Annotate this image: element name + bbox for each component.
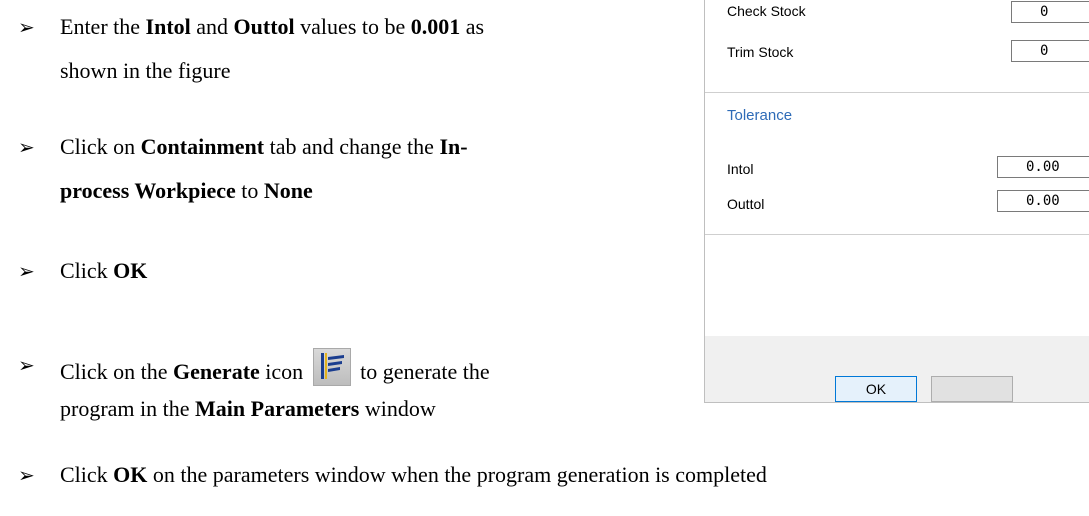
bullet-text-segment: Click on the bbox=[60, 359, 174, 384]
bullet-text-segment: icon bbox=[259, 359, 309, 384]
bullet-text-segment: None bbox=[263, 178, 313, 203]
bullet-line: Enter the Intol and Outtol values to be … bbox=[60, 10, 484, 44]
bullet-text-segment: Click on bbox=[60, 134, 141, 159]
bullet-text-segment: shown in the figure bbox=[60, 58, 231, 83]
divider bbox=[705, 92, 1089, 93]
bullet-line: Click OK bbox=[60, 254, 147, 288]
trim-stock-field[interactable]: 0 bbox=[1011, 40, 1089, 62]
bullet-line: process Workpiece to None bbox=[60, 174, 313, 208]
check-stock-label: Check Stock bbox=[727, 3, 806, 19]
bullet-text-segment: tab and change the bbox=[264, 134, 440, 159]
bullet-text-segment: as bbox=[460, 14, 485, 39]
bullet-text-segment: OK bbox=[113, 462, 148, 487]
tolerance-section-title: Tolerance bbox=[727, 107, 793, 124]
bullet-text-segment: Containment bbox=[140, 134, 265, 159]
bullet-arrow-icon: ➢ bbox=[18, 15, 35, 39]
bullet-text-segment: to bbox=[235, 178, 264, 203]
bullet-text-segment: Intol bbox=[145, 14, 191, 39]
outtol-field[interactable]: 0.00 bbox=[997, 190, 1089, 212]
outtol-label: Outtol bbox=[727, 196, 765, 212]
bullet-text-segment: Outtol bbox=[233, 14, 295, 39]
check-stock-field[interactable]: 0 bbox=[1011, 1, 1089, 23]
bullet-arrow-icon: ➢ bbox=[18, 353, 35, 377]
bullet-text-segment: Generate bbox=[173, 359, 260, 384]
bullet-text-segment: Main Parameters bbox=[195, 396, 360, 421]
bullet-arrow-icon: ➢ bbox=[18, 259, 35, 283]
intol-field[interactable]: 0.00 bbox=[997, 156, 1089, 178]
parameters-dialog: Check Stock 0 Trim Stock 0 Tolerance Int… bbox=[704, 0, 1089, 403]
bullet-text-segment: to generate the bbox=[354, 359, 490, 384]
generate-icon bbox=[312, 348, 351, 386]
bullet-text-segment: values to be bbox=[294, 14, 411, 39]
trim-stock-label: Trim Stock bbox=[727, 44, 794, 60]
bullet-arrow-icon: ➢ bbox=[18, 463, 35, 487]
bullet-line: program in the Main Parameters window bbox=[60, 392, 436, 426]
bullet-text-segment: Enter the bbox=[60, 14, 146, 39]
bullet-text-segment: OK bbox=[113, 258, 148, 283]
bullet-line: Click on the Generate icon to generate t… bbox=[60, 348, 490, 389]
bullet-text-segment: 0.001 bbox=[410, 14, 461, 39]
bullet-text-segment: Click bbox=[60, 462, 114, 487]
bullet-line: Click OK on the parameters window when t… bbox=[60, 458, 767, 492]
ok-button[interactable]: OK bbox=[835, 376, 917, 402]
bullet-text-segment: process Workpiece bbox=[60, 178, 236, 203]
bullet-text-segment: on the parameters window when the progra… bbox=[147, 462, 767, 487]
bullet-text-segment: and bbox=[190, 14, 234, 39]
bullet-text-segment: program in the bbox=[60, 396, 196, 421]
bullet-text-segment: window bbox=[359, 396, 436, 421]
bullet-text-segment: In- bbox=[439, 134, 468, 159]
intol-label: Intol bbox=[727, 161, 754, 177]
bullet-text-segment: Click bbox=[60, 258, 114, 283]
bullet-arrow-icon: ➢ bbox=[18, 135, 35, 159]
bullet-line: Click on Containment tab and change the … bbox=[60, 130, 468, 164]
bullet-line: shown in the figure bbox=[60, 54, 230, 88]
cancel-button[interactable] bbox=[931, 376, 1013, 402]
divider bbox=[705, 234, 1089, 235]
